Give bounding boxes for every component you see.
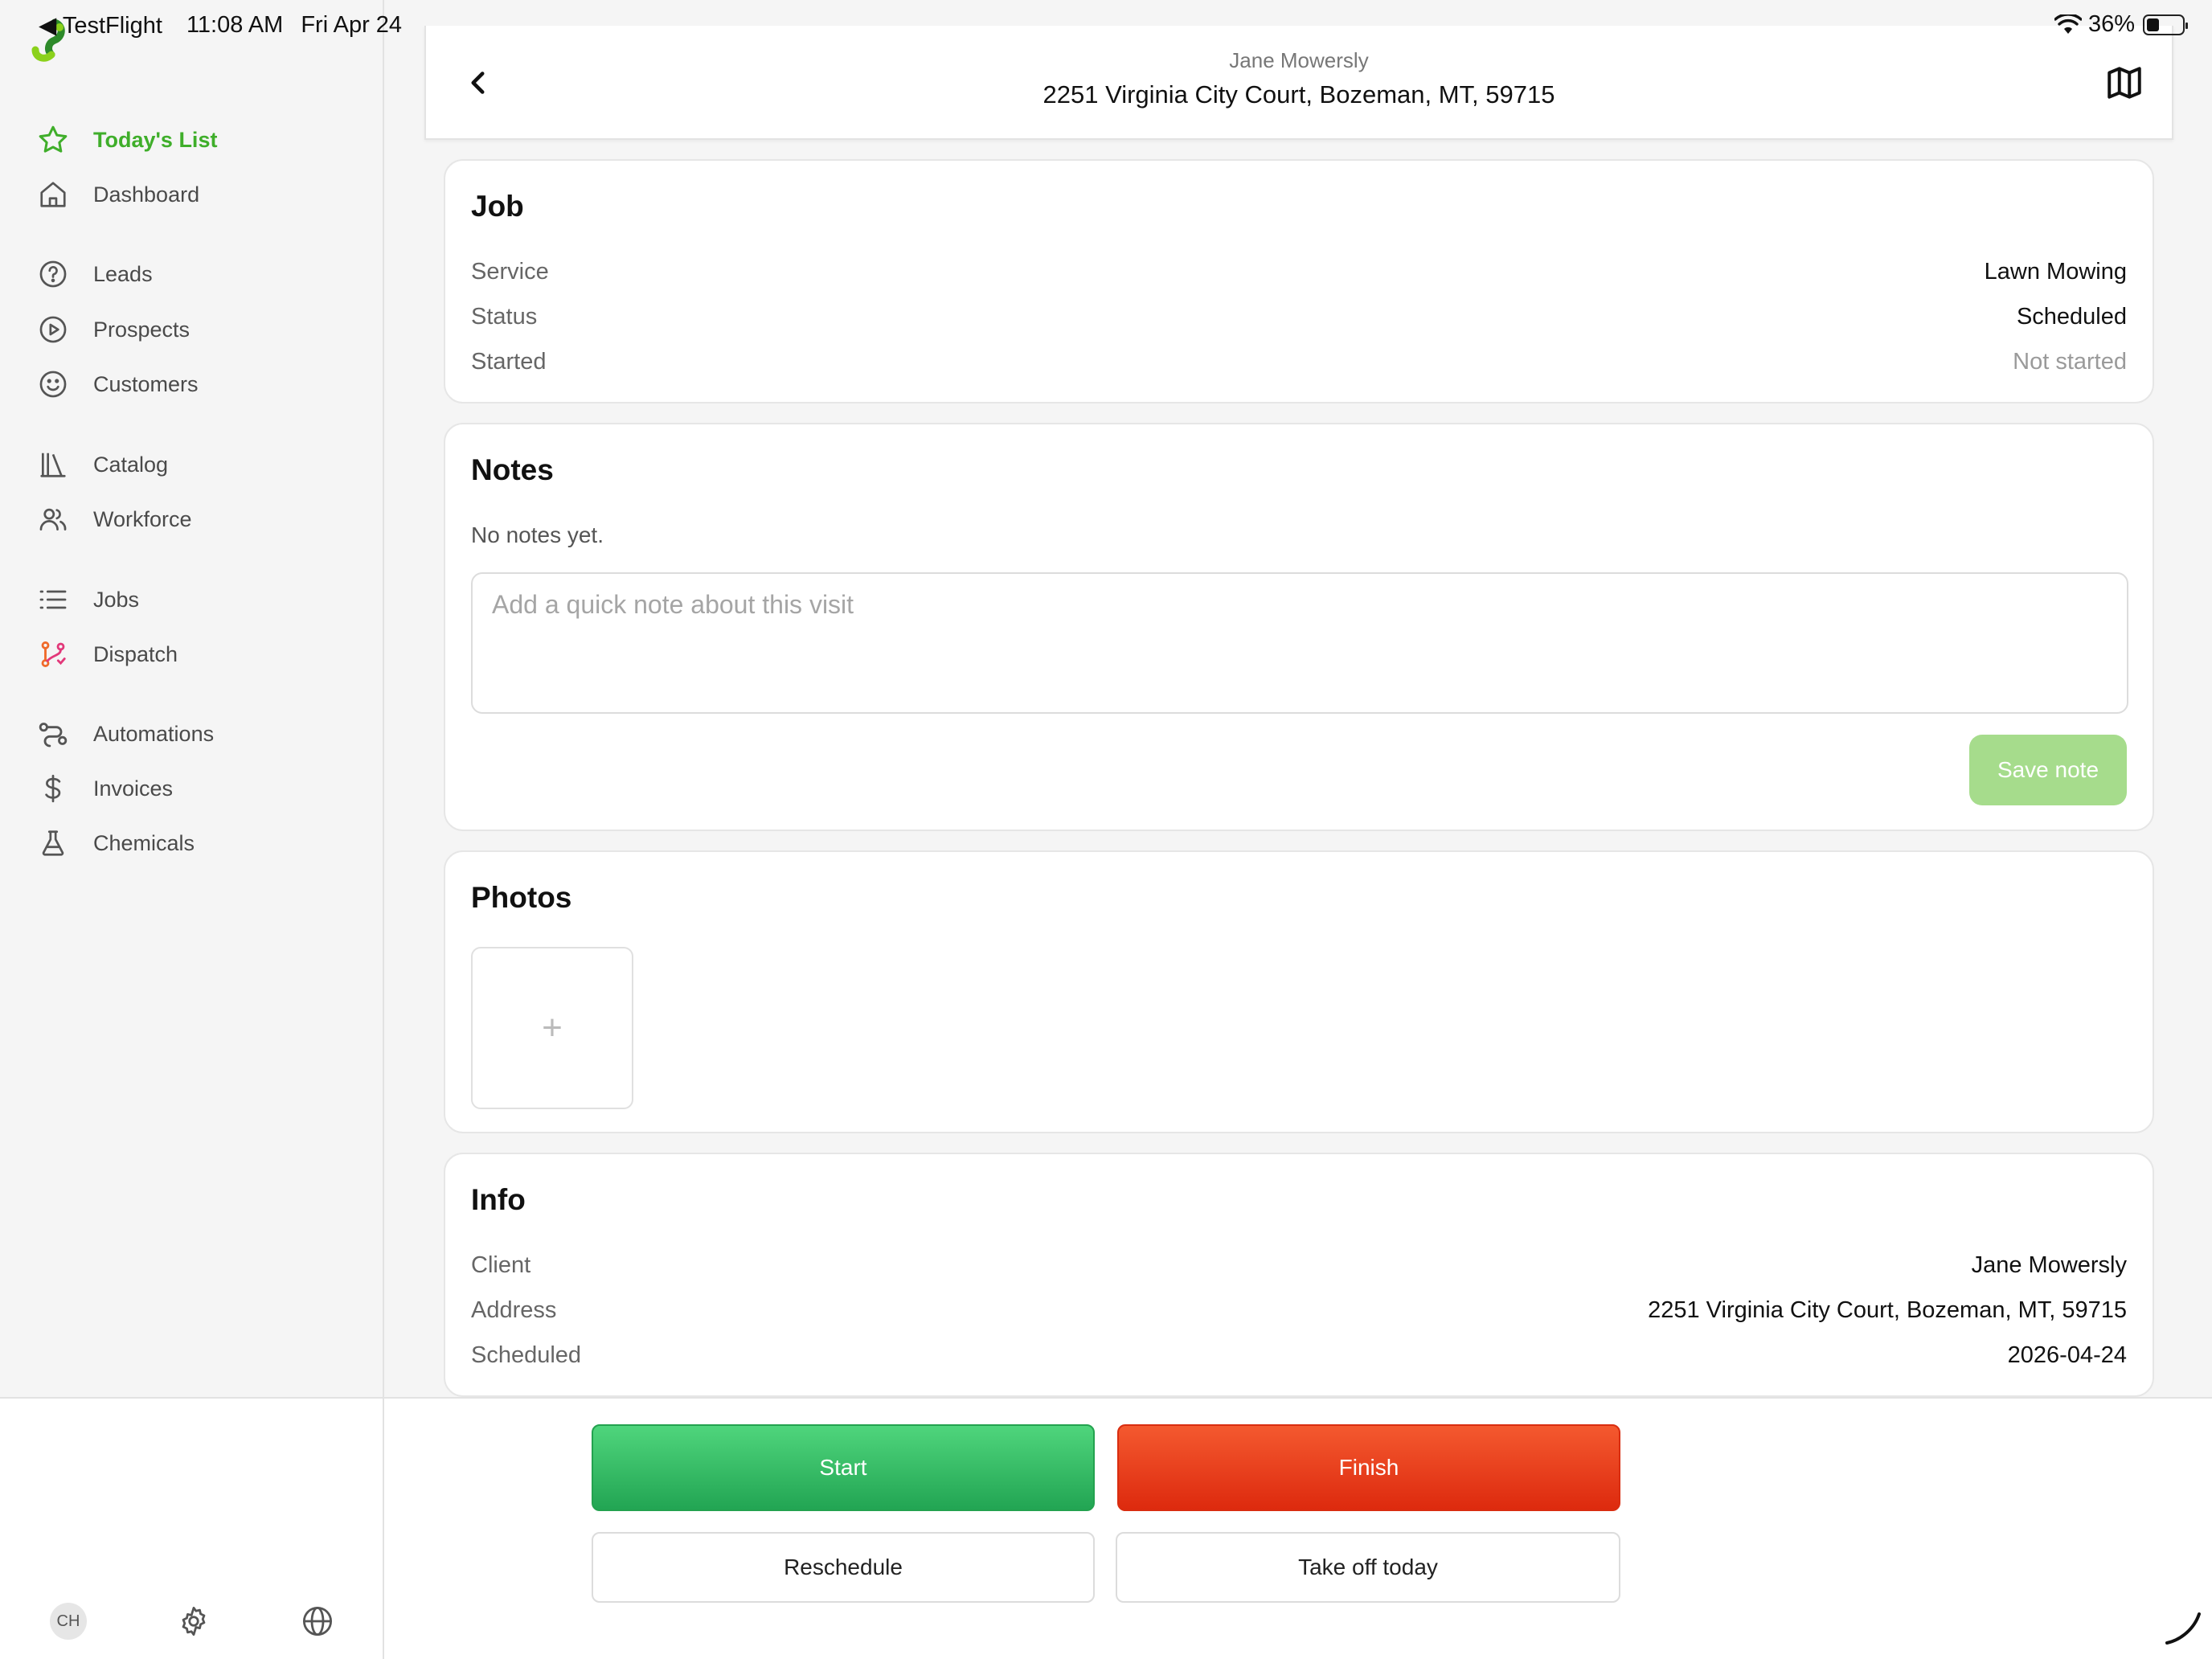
job-service-label: Service [471,259,549,285]
header-client-name: Jane Mowersly [1229,48,1369,72]
home-icon [34,175,72,214]
sidebar-item-label: Dashboard [93,182,200,207]
status-date: Fri Apr 24 [301,12,403,38]
avatar[interactable]: CH [50,1603,87,1640]
gear-icon[interactable] [177,1604,211,1638]
back-to-app-link[interactable]: ◀ TestFlight [39,11,162,39]
photos-card-title: Photos [471,881,572,914]
sidebar-item-invoices[interactable]: Invoices [34,768,173,809]
sidebar-item-customers[interactable]: Customers [34,363,199,405]
status-right: 36% [2054,11,2188,38]
globe-icon[interactable] [301,1604,334,1638]
info-client-value: Jane Mowersly [1971,1252,2127,1278]
status-left: ◀ TestFlight 11:08 AM Fri Apr 24 [39,11,402,39]
info-scheduled-label: Scheduled [471,1342,582,1368]
plus-icon: + [542,1008,563,1047]
status-bar: ◀ TestFlight 11:08 AM Fri Apr 24 36% [0,0,2212,51]
resize-handle-icon [2165,1612,2201,1645]
take-off-today-button[interactable]: Take off today [1116,1532,1620,1603]
job-card-title: Job [471,190,524,223]
smile-icon [34,365,72,403]
info-address-label: Address [471,1297,557,1323]
list-icon [34,580,72,619]
reschedule-button[interactable]: Reschedule [592,1532,1095,1603]
photos-card: Photos + [444,850,2154,1133]
sidebar-item-label: Automations [93,721,215,746]
sidebar-item-label: Today's List [93,127,218,152]
sidebar-item-dashboard[interactable]: Dashboard [34,174,199,215]
sidebar-item-label: Prospects [93,317,190,342]
info-address-value: 2251 Virginia City Court, Bozeman, MT, 5… [1648,1297,2127,1323]
job-started-label: Started [471,349,547,375]
notes-card: Notes No notes yet. Save note [444,423,2154,831]
sidebar-item-label: Jobs [93,587,140,612]
sidebar-item-prospects[interactable]: Prospects [34,309,190,350]
info-card: Info Client Jane Mowersly Address 2251 V… [444,1153,2154,1397]
add-photo-button[interactable]: + [471,947,633,1109]
question-circle-icon [34,255,72,293]
wifi-icon [2054,14,2082,34]
finish-button[interactable]: Finish [1117,1424,1620,1511]
books-icon [34,445,72,484]
sidebar-item-label: Invoices [93,776,174,801]
git-branch-icon [34,635,72,674]
info-client-label: Client [471,1252,531,1278]
notes-card-title: Notes [471,453,554,486]
dollar-icon [34,769,72,808]
sidebar-footer: CH [0,1397,384,1659]
job-status-value: Scheduled [2016,304,2127,330]
sidebar-item-label: Catalog [93,452,169,477]
notes-empty-text: No notes yet. [471,522,604,547]
sidebar: Today's List Dashboard Leads Prospects C… [0,0,384,1397]
sidebar-item-label: Chemicals [93,830,195,855]
header-address: 2251 Virginia City Court, Bozeman, MT, 5… [1043,80,1555,109]
sidebar-item-label: Customers [93,371,199,396]
map-icon[interactable] [2104,63,2144,103]
play-circle-icon [34,310,72,349]
job-service-value: Lawn Mowing [1984,259,2127,285]
save-note-button[interactable]: Save note [1969,735,2127,805]
note-input[interactable] [471,572,2128,714]
sidebar-item-leads[interactable]: Leads [34,253,153,295]
job-started-value: Not started [2013,349,2127,375]
route-icon [34,715,72,753]
sidebar-item-automations[interactable]: Automations [34,713,214,755]
status-time: 11:08 AM [186,12,284,38]
battery-percent: 36% [2087,11,2135,37]
job-status-label: Status [471,304,538,330]
star-icon [34,121,72,159]
job-card: Job Service Lawn Mowing Status Scheduled… [444,159,2154,403]
sidebar-item-chemicals[interactable]: Chemicals [34,822,195,864]
battery-icon [2143,14,2188,35]
info-scheduled-value: 2026-04-24 [2007,1342,2127,1368]
info-card-title: Info [471,1183,526,1216]
sidebar-item-label: Workforce [93,506,192,531]
sidebar-item-catalog[interactable]: Catalog [34,444,168,485]
start-button[interactable]: Start [592,1424,1095,1511]
sidebar-item-workforce[interactable]: Workforce [34,498,192,540]
sidebar-item-label: Leads [93,261,153,286]
action-bar: Start Finish Reschedule Take off today [384,1397,2212,1659]
users-icon [34,500,72,539]
flask-icon [34,824,72,862]
sidebar-item-dispatch[interactable]: Dispatch [34,633,178,675]
sidebar-item-todays-list[interactable]: Today's List [34,119,217,161]
sidebar-item-label: Dispatch [93,641,178,666]
sidebar-item-jobs[interactable]: Jobs [34,579,139,621]
